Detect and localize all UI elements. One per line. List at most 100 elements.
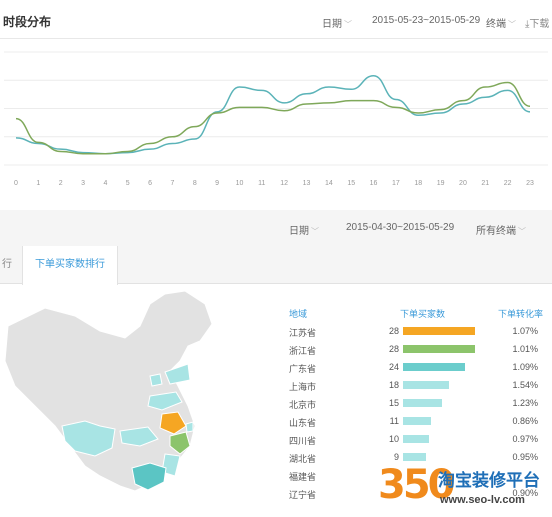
hourly-line-chart: 0 1 2 3 4 5 6 7 8 9 10 11 12 13 14 15 16 17 18 19 20 21 22 23 <box>4 51 548 187</box>
chart-grid <box>4 51 548 166</box>
watermark-url: www.seo-lv.com <box>440 494 525 506</box>
header-buyers: 下单买家数 <box>400 309 446 319</box>
row-buyer-count: 10 <box>388 434 399 444</box>
hourly-date-select[interactable]: 日期 ﹀ <box>322 15 352 30</box>
tab-buyer-ranking[interactable]: 下单买家数排行 <box>22 246 118 285</box>
row-conversion-rate: 0.95% <box>512 452 538 462</box>
row-buyer-count: 24 <box>388 362 399 372</box>
table-row[interactable]: 上海市 18 1.54% <box>0 377 552 395</box>
download-button[interactable]: ⤓下载 <box>525 15 549 30</box>
row-bar <box>403 417 432 425</box>
row-buyer-count: 28 <box>388 326 399 336</box>
row-conversion-rate: 1.23% <box>512 398 538 408</box>
x-tick-label: 21 <box>481 180 489 187</box>
x-tick-label: 22 <box>504 180 512 187</box>
row-bar <box>403 363 465 371</box>
chart-x-ticks: 0 1 2 3 4 5 6 7 8 9 10 11 12 13 14 15 16 17 18 19 20 21 22 23 <box>14 180 534 187</box>
x-tick-label: 8 <box>193 180 197 187</box>
row-province: 北京市 <box>289 400 317 410</box>
x-tick-label: 7 <box>170 180 174 187</box>
x-tick-label: 20 <box>459 180 467 187</box>
row-bar <box>403 435 429 443</box>
watermark-name: 淘宝装修平台 <box>438 471 540 490</box>
row-province: 湖北省 <box>289 454 317 464</box>
x-tick-label: 23 <box>526 180 534 187</box>
table-row[interactable]: 广东省 24 1.09% <box>0 359 552 377</box>
x-tick-label: 5 <box>126 180 130 187</box>
ranking-date-select[interactable]: 日期 ﹀ <box>289 222 319 237</box>
row-bar <box>403 345 475 353</box>
ranking-date-range[interactable]: 2015-04-30~2015-05-29 <box>346 222 454 233</box>
table-row[interactable]: 北京市 15 1.23% <box>0 395 552 413</box>
hourly-terminal-select[interactable]: 终端 ﹀ <box>486 15 516 30</box>
x-tick-label: 10 <box>236 180 244 187</box>
hourly-header: 时段分布 日期 ﹀ 2015-05-23~2015-05-29 终端 ﹀ ⤓下载 <box>0 0 552 40</box>
row-bar <box>403 453 427 461</box>
row-buyer-count: 28 <box>388 344 399 354</box>
table-row[interactable]: 四川省 10 0.97% <box>0 431 552 449</box>
row-bar <box>403 327 475 335</box>
header-divider <box>0 38 552 39</box>
row-conversion-rate: 1.07% <box>512 326 538 336</box>
chevron-down-icon: ﹀ <box>508 20 516 29</box>
ranking-date-label: 日期 <box>289 226 309 237</box>
x-tick-label: 11 <box>258 180 265 187</box>
row-province: 浙江省 <box>289 346 317 356</box>
x-tick-label: 19 <box>437 180 445 187</box>
series-line-2 <box>15 81 531 155</box>
row-province: 四川省 <box>289 436 317 446</box>
chevron-down-icon: ﹀ <box>311 227 319 236</box>
ranking-terminal-select[interactable]: 所有终端 ﹀ <box>476 222 526 237</box>
table-row[interactable]: 江苏省 28 1.07% <box>0 323 552 341</box>
x-tick-label: 2 <box>59 180 63 187</box>
x-tick-label: 17 <box>392 180 400 187</box>
row-province: 福建省 <box>289 472 317 482</box>
row-conversion-rate: 1.09% <box>512 362 538 372</box>
x-tick-label: 3 <box>81 180 85 187</box>
header-region: 地域 <box>289 309 308 319</box>
download-label: 下载 <box>529 19 550 30</box>
chevron-down-icon: ﹀ <box>344 20 352 29</box>
row-conversion-rate: 1.01% <box>512 344 538 354</box>
row-province: 辽宁省 <box>289 490 317 500</box>
row-buyer-count: 9 <box>393 452 399 462</box>
chart-series <box>15 74 531 155</box>
row-buyer-count: 18 <box>388 380 399 390</box>
row-buyer-count: 11 <box>389 416 399 426</box>
row-province: 上海市 <box>289 382 317 392</box>
x-tick-label: 14 <box>325 180 333 187</box>
x-tick-label: 9 <box>215 180 219 187</box>
hourly-date-label: 日期 <box>322 19 342 30</box>
row-bar <box>403 381 450 389</box>
hourly-title: 时段分布 <box>3 15 52 29</box>
ranking-filter-bar: 日期 ﹀ 2015-04-30~2015-05-29 所有终端 ﹀ <box>0 210 552 246</box>
ranking-tabs: 行 下单买家数排行 <box>0 246 552 285</box>
x-tick-label: 1 <box>36 180 40 187</box>
row-province: 江苏省 <box>289 328 317 338</box>
row-conversion-rate: 0.97% <box>512 434 538 444</box>
x-tick-label: 0 <box>14 180 18 187</box>
table-row[interactable]: 山东省 11 0.86% <box>0 413 552 431</box>
table-row[interactable]: 浙江省 28 1.01% <box>0 341 552 359</box>
x-tick-label: 12 <box>280 180 288 187</box>
row-province: 山东省 <box>289 418 317 428</box>
row-buyer-count: 15 <box>388 398 399 408</box>
hourly-date-range[interactable]: 2015-05-23~2015-05-29 <box>372 15 480 26</box>
x-tick-label: 18 <box>414 180 422 187</box>
x-tick-label: 6 <box>148 180 152 187</box>
x-tick-label: 15 <box>347 180 355 187</box>
ranking-terminal-label: 所有终端 <box>476 226 516 237</box>
header-rate: 下单转化率 <box>498 309 544 319</box>
site-watermark: 350 淘宝装修平台 www.seo-lv.com <box>378 462 550 514</box>
row-conversion-rate: 0.86% <box>512 416 538 426</box>
row-conversion-rate: 1.54% <box>512 380 538 390</box>
x-tick-label: 4 <box>103 180 107 187</box>
series-line-1 <box>15 74 531 155</box>
x-tick-label: 13 <box>303 180 311 187</box>
tab-previous[interactable]: 行 <box>0 246 24 285</box>
row-bar <box>403 399 442 407</box>
hourly-terminal-label: 终端 <box>486 19 506 30</box>
chevron-down-icon: ﹀ <box>518 227 526 236</box>
x-tick-label: 16 <box>370 180 378 187</box>
row-province: 广东省 <box>289 364 317 374</box>
